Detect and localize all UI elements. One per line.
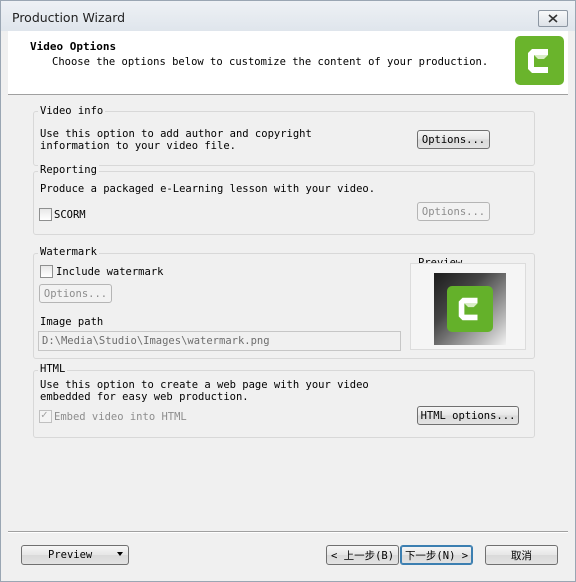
image-path-label: Image path	[40, 316, 104, 328]
watermark-label: Watermark	[38, 246, 99, 258]
html-label: HTML	[38, 363, 68, 375]
app-logo-icon	[515, 36, 564, 85]
next-button[interactable]: 下一步(N) >	[400, 545, 473, 565]
embed-html-checkbox: ✓	[39, 408, 52, 423]
page-subtitle: Choose the options below to customize th…	[52, 56, 489, 68]
checkmark-icon: ✓	[41, 408, 48, 421]
include-watermark-checkbox[interactable]	[40, 265, 53, 278]
watermark-image	[434, 273, 506, 345]
video-info-label: Video info	[38, 105, 106, 117]
close-icon	[548, 14, 558, 23]
html-options-button[interactable]: HTML options...	[417, 406, 519, 425]
reporting-label: Reporting	[38, 164, 99, 176]
scorm-checkbox[interactable]	[39, 208, 52, 221]
watermark-logo-icon	[447, 286, 493, 332]
preview-button-label: Preview	[48, 549, 93, 561]
html-description-line2: embedded for easy web production.	[40, 391, 249, 403]
title-bar: Production Wizard	[1, 1, 575, 31]
html-description-line1: Use this option to create a web page wit…	[40, 379, 369, 391]
reporting-options-button: Options...	[417, 202, 490, 221]
include-watermark-label[interactable]: Include watermark	[56, 266, 163, 278]
video-info-options-button[interactable]: Options...	[417, 130, 490, 149]
page-title: Video Options	[30, 40, 117, 53]
embed-html-label: Embed video into HTML	[54, 411, 187, 423]
cancel-button[interactable]: 取消	[485, 545, 558, 565]
video-info-description-line2: information to your video file.	[40, 140, 236, 152]
chevron-down-icon	[117, 552, 123, 556]
image-path-field: D:\Media\Studio\Images\watermark.png	[38, 331, 401, 351]
scorm-label[interactable]: SCORM	[54, 209, 86, 221]
watermark-options-button: Options...	[39, 284, 112, 303]
close-button[interactable]	[538, 10, 568, 27]
footer-separator	[8, 531, 568, 533]
wizard-header: Video Options Choose the options below t…	[8, 31, 568, 95]
window-title: Production Wizard	[12, 10, 126, 25]
back-button[interactable]: < 上一步(B)	[326, 545, 399, 565]
video-info-description-line1: Use this option to add author and copyri…	[40, 128, 312, 140]
preview-dropdown-button[interactable]: Preview	[21, 545, 129, 565]
production-wizard-window: Production Wizard Video Options Choose t…	[0, 0, 576, 582]
reporting-description: Produce a packaged e-Learning lesson wit…	[40, 183, 376, 195]
watermark-preview	[410, 263, 526, 350]
